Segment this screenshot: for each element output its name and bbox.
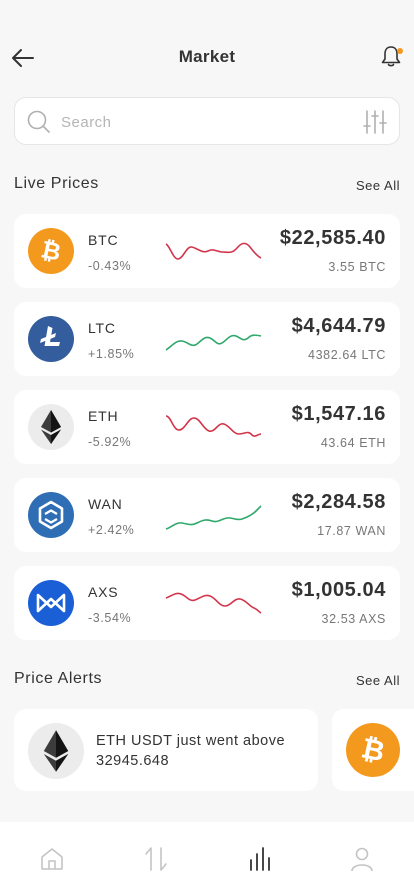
ethereum-icon (28, 404, 74, 450)
nav-market[interactable] (247, 846, 273, 872)
header: Market (0, 36, 414, 80)
bitcoin-icon: ₿ (28, 228, 74, 274)
swap-arrows-icon (145, 847, 167, 871)
wanchain-icon (28, 492, 74, 538)
coin-card-wan[interactable]: WAN +2.42% $2,284.58 17.87 WAN (14, 478, 400, 552)
svg-text:₿: ₿ (39, 235, 64, 266)
user-icon (351, 847, 373, 872)
coin-change: -5.92% (88, 435, 132, 449)
coin-holding: 3.55 BTC (328, 260, 386, 274)
bottom-navigation (0, 822, 414, 896)
filter-button[interactable] (363, 109, 387, 140)
ethereum-icon (28, 723, 84, 779)
litecoin-icon (28, 316, 74, 362)
coin-change: -3.54% (88, 611, 132, 625)
coin-card-ltc[interactable]: LTC +1.85% $4,644.79 4382.64 LTC (14, 302, 400, 376)
price-alert-card[interactable]: ETH USDT just went above 32945.648 (14, 709, 318, 791)
nav-profile[interactable] (349, 846, 375, 872)
coin-symbol: ETH (88, 408, 119, 424)
notification-button[interactable] (380, 44, 404, 70)
sparkline-chart (165, 242, 262, 260)
nav-home[interactable] (39, 846, 65, 872)
live-prices-see-all-link[interactable]: See All (356, 178, 400, 193)
coin-price: $22,585.40 (279, 227, 386, 249)
search-bar (14, 97, 400, 145)
search-icon (27, 110, 50, 133)
price-alerts-see-all-link[interactable]: See All (356, 673, 400, 688)
price-alert-card[interactable]: ₿ (332, 709, 414, 791)
axie-icon (28, 580, 74, 626)
sparkline-chart (165, 334, 262, 351)
bar-chart-icon (250, 847, 270, 871)
coin-holding: 32.53 AXS (321, 612, 386, 626)
bitcoin-icon: ₿ (346, 723, 400, 777)
coin-card-btc[interactable]: ₿ BTC -0.43% $22,585.40 3.55 BTC (14, 214, 400, 288)
coin-price: $1,547.16 (291, 403, 386, 425)
coin-price: $4,644.79 (291, 315, 386, 337)
coin-price: $2,284.58 (291, 491, 386, 513)
coin-change: +2.42% (88, 523, 135, 537)
nav-trade[interactable] (143, 846, 169, 872)
page-title: Market (178, 47, 236, 66)
coin-holding: 17.87 WAN (317, 524, 386, 538)
coin-holding: 4382.64 LTC (308, 348, 386, 362)
coin-symbol: BTC (88, 232, 119, 248)
search-input[interactable] (61, 110, 341, 134)
coin-card-eth[interactable]: ETH -5.92% $1,547.16 43.64 ETH (14, 390, 400, 464)
coin-symbol: WAN (88, 496, 123, 512)
coin-change: -0.43% (88, 259, 132, 273)
sparkline-chart (165, 505, 262, 530)
live-prices-title: Live Prices (14, 175, 99, 192)
price-alerts-title: Price Alerts (14, 670, 103, 687)
sparkline-chart (165, 592, 262, 614)
sparkline-chart (165, 415, 262, 437)
svg-text:₿: ₿ (358, 731, 387, 768)
coin-price: $1,005.04 (291, 579, 386, 601)
home-icon (41, 848, 63, 870)
coin-holding: 43.64 ETH (320, 436, 386, 450)
alert-message: ETH USDT just went above 32945.648 (96, 733, 286, 769)
coin-card-axs[interactable]: AXS -3.54% $1,005.04 32.53 AXS (14, 566, 400, 640)
sliders-icon (363, 110, 387, 134)
coin-symbol: AXS (88, 584, 119, 600)
coin-symbol: LTC (88, 320, 116, 336)
notification-dot (397, 48, 403, 54)
coin-change: +1.85% (88, 347, 135, 361)
